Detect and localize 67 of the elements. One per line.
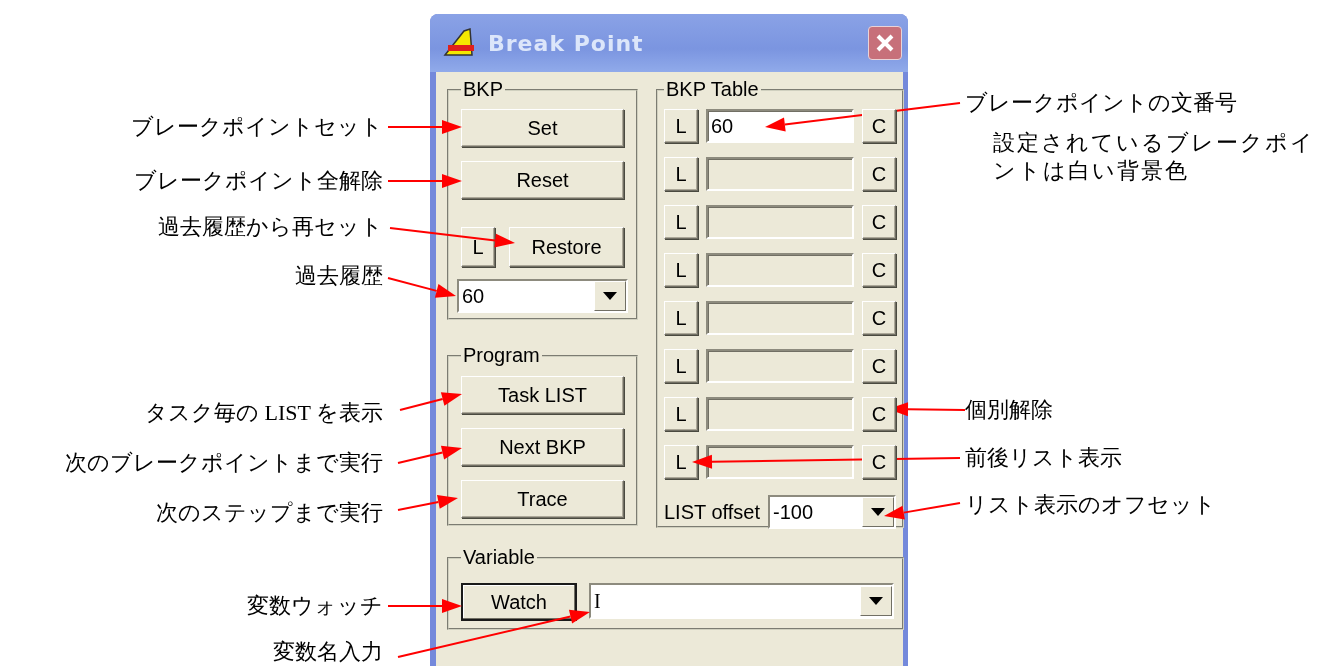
annotation-label: ブレークポイントセット	[131, 113, 383, 141]
clear-button[interactable]: C	[862, 301, 896, 335]
group-title: BKP Table	[665, 78, 760, 101]
list-button[interactable]: L	[664, 445, 698, 479]
annotation-label: 過去履歴から再セット	[158, 213, 383, 241]
annotation-label: 次のステップまで実行	[156, 499, 383, 527]
annotation-label: 個別解除	[965, 396, 1053, 424]
group-title: Program	[462, 344, 541, 367]
offset-dropdown[interactable]: -100	[768, 495, 896, 529]
list-button[interactable]: L	[664, 253, 698, 287]
group-title: BKP	[462, 78, 505, 101]
breakpoint-field[interactable]	[706, 205, 854, 239]
breakpoint-field[interactable]	[706, 157, 854, 191]
action-button[interactable]: Reset	[461, 161, 624, 199]
annotation-label: リスト表示のオフセット	[965, 491, 1216, 519]
annotation-label: タスク毎の LIST を表示	[144, 399, 383, 427]
list-button[interactable]: L	[664, 205, 698, 239]
breakpoint-field[interactable]	[706, 397, 854, 431]
dropdown-button[interactable]	[594, 281, 626, 311]
restore-button[interactable]: Restore	[509, 227, 624, 267]
list-button[interactable]: L	[461, 227, 495, 267]
breakpoint-field[interactable]: 60	[706, 109, 854, 143]
close-button[interactable]	[868, 26, 902, 60]
annotation-label: 変数名入力	[273, 638, 383, 666]
list-button[interactable]: L	[664, 397, 698, 431]
clear-button[interactable]: C	[862, 205, 896, 239]
clear-button[interactable]: C	[862, 253, 896, 287]
annotation-label: 設定されているブレークポイントは白い背景色	[993, 129, 1316, 185]
annotation-label: 過去履歴	[295, 262, 383, 290]
annotation-label: 変数ウォッチ	[247, 592, 383, 620]
dropdown-button[interactable]	[862, 497, 894, 527]
annotation-arrow	[387, 277, 456, 298]
annotation-label: ブレークポイントの文番号	[965, 89, 1237, 117]
variable-name-dropdown[interactable]: I	[589, 583, 894, 619]
annotation-label: 次のブレークポイントまで実行	[65, 449, 383, 477]
annotation-arrow	[397, 445, 462, 464]
caret-icon	[869, 597, 883, 605]
breakpoint-field[interactable]	[706, 349, 854, 383]
annotation-label: 前後リスト表示	[965, 444, 1122, 472]
caret-icon	[871, 508, 885, 516]
list-button[interactable]: L	[664, 157, 698, 191]
list-button[interactable]: L	[664, 301, 698, 335]
list-button[interactable]: L	[664, 349, 698, 383]
action-button[interactable]: Trace	[461, 480, 624, 518]
annotation-arrow	[397, 495, 458, 511]
list-button[interactable]: L	[664, 109, 698, 143]
offset-label: LIST offset	[664, 500, 760, 524]
dropdown-button[interactable]	[860, 586, 892, 616]
action-button[interactable]: Task LIST	[461, 376, 624, 414]
window-title: Break Point	[488, 30, 645, 56]
annotation-label: ブレークポイント全解除	[134, 167, 383, 195]
action-button[interactable]: Set	[461, 109, 624, 147]
clear-button[interactable]: C	[862, 349, 896, 383]
clear-button[interactable]: C	[862, 157, 896, 191]
breakpoint-field[interactable]	[706, 301, 854, 335]
history-dropdown[interactable]: 60	[457, 279, 628, 313]
group-title: Variable	[462, 546, 536, 569]
clear-button[interactable]: C	[862, 109, 896, 143]
breakpoint-field[interactable]	[706, 253, 854, 287]
action-button[interactable]: Next BKP	[461, 428, 624, 466]
watch-button[interactable]: Watch	[461, 583, 577, 621]
close-icon	[875, 33, 895, 53]
clear-button[interactable]: C	[862, 397, 896, 431]
clear-button[interactable]: C	[862, 445, 896, 479]
annotation-arrow	[399, 392, 462, 411]
breakpoint-field[interactable]	[706, 445, 854, 479]
caret-icon	[603, 292, 617, 300]
